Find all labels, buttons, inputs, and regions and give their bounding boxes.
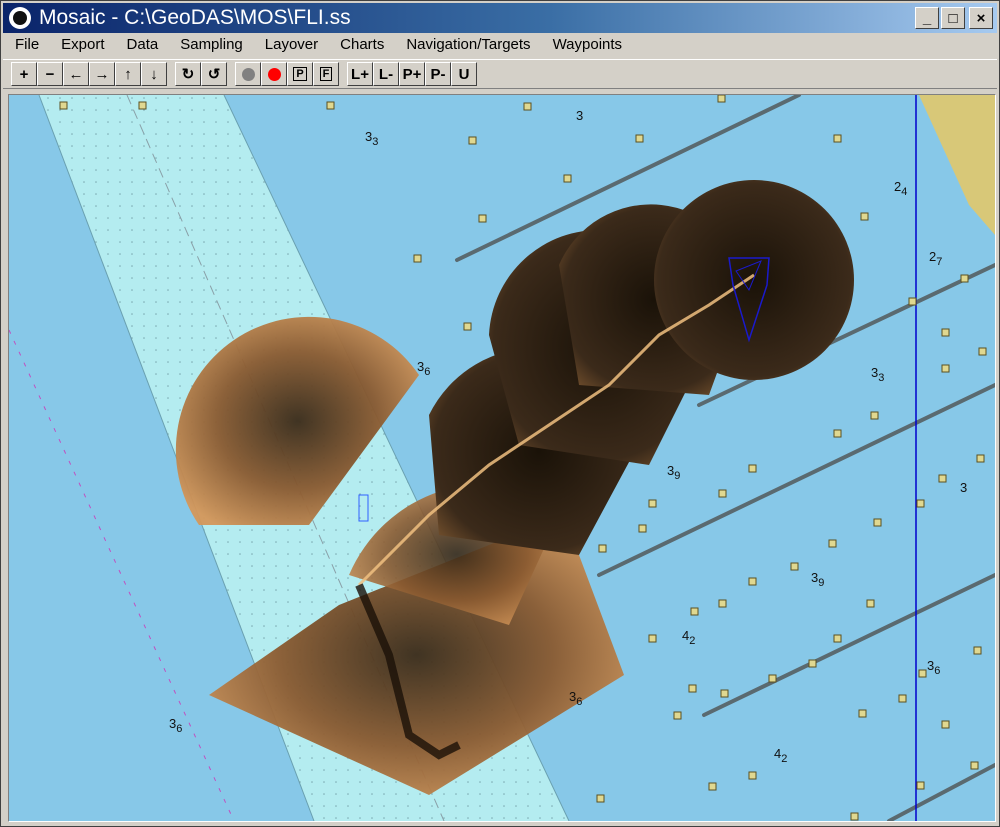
buoy-marker — [916, 781, 925, 790]
zoom-in-button[interactable]: + — [11, 62, 37, 86]
menu-bar: File Export Data Sampling Layover Charts… — [3, 33, 997, 55]
page-add-button[interactable]: P+ — [399, 62, 425, 86]
p-mode-button[interactable]: P — [287, 62, 313, 86]
buoy-marker — [938, 474, 947, 483]
menu-data[interactable]: Data — [114, 36, 168, 53]
buoy-marker — [463, 322, 472, 331]
buoy-marker — [718, 599, 727, 608]
buoy-marker — [635, 134, 644, 143]
buoy-marker — [870, 411, 879, 420]
stop-circle-icon — [241, 67, 255, 81]
rotate-clockwise-button[interactable]: ↻ — [175, 62, 201, 86]
depth-sounding: 3 — [576, 108, 583, 123]
pan-up-button[interactable]: ↑ — [115, 62, 141, 86]
globe-icon — [9, 7, 31, 29]
buoy-marker — [468, 136, 477, 145]
buoy-marker — [960, 274, 969, 283]
sonar-swath — [654, 180, 854, 380]
close-button[interactable]: × — [969, 7, 993, 29]
title-bar[interactable]: Mosaic - C:\GeoDAS\MOS\FLI.ss _ □ × — [3, 3, 997, 33]
buoy-marker — [970, 761, 979, 770]
buoy-marker — [638, 524, 647, 533]
buoy-marker — [708, 782, 717, 791]
buoy-marker — [978, 347, 987, 356]
menu-navigation-targets[interactable]: Navigation/Targets — [393, 36, 539, 53]
p-mode-label: P — [293, 67, 307, 81]
menu-layover[interactable]: Layover — [252, 36, 327, 53]
buoy-marker — [790, 562, 799, 571]
buoy-marker — [866, 599, 875, 608]
menu-export[interactable]: Export — [48, 36, 113, 53]
buoy-marker — [690, 607, 699, 616]
buoy-marker — [768, 674, 777, 683]
buoy-marker — [833, 634, 842, 643]
buoy-marker — [828, 539, 837, 548]
buoy-marker — [918, 669, 927, 678]
maximize-button[interactable]: □ — [941, 7, 965, 29]
buoy-marker — [748, 464, 757, 473]
buoy-marker — [916, 499, 925, 508]
page-remove-button[interactable]: P- — [425, 62, 451, 86]
buoy-marker — [941, 328, 950, 337]
depth-sounding: 3 — [960, 480, 967, 495]
pan-right-button[interactable]: → — [89, 62, 115, 86]
minimize-button[interactable]: _ — [915, 7, 939, 29]
f-mode-label: F — [319, 67, 333, 81]
zoom-out-button[interactable]: − — [37, 62, 63, 86]
pan-left-button[interactable]: ← — [63, 62, 89, 86]
buoy-marker — [326, 101, 335, 110]
buoy-marker — [973, 646, 982, 655]
layer-add-button[interactable]: L+ — [347, 62, 373, 86]
buoy-marker — [860, 212, 869, 221]
buoy-marker — [598, 544, 607, 553]
buoy-marker — [688, 684, 697, 693]
buoy-marker — [748, 577, 757, 586]
buoy-marker — [673, 711, 682, 720]
nautical-chart[interactable]: 33324273336339394236423636 — [9, 95, 995, 821]
undo-button[interactable]: U — [451, 62, 477, 86]
buoy-marker — [596, 794, 605, 803]
buoy-marker — [873, 518, 882, 527]
menu-sampling[interactable]: Sampling — [167, 36, 252, 53]
buoy-marker — [720, 689, 729, 698]
buoy-marker — [59, 101, 68, 110]
buoy-marker — [898, 694, 907, 703]
buoy-marker — [648, 634, 657, 643]
buoy-marker — [523, 102, 532, 111]
map-canvas[interactable]: 33 3 24 27 33 36 3 39 39 42 36 42 36 36 — [8, 94, 996, 822]
buoy-marker — [850, 812, 859, 821]
record-button[interactable] — [261, 62, 287, 86]
buoy-marker — [413, 254, 422, 263]
buoy-marker — [908, 297, 917, 306]
buoy-marker — [833, 429, 842, 438]
buoy-marker — [858, 709, 867, 718]
pan-down-button[interactable]: ↓ — [141, 62, 167, 86]
rotate-counterclockwise-button[interactable]: ↺ — [201, 62, 227, 86]
buoy-marker — [138, 101, 147, 110]
buoy-marker — [718, 489, 727, 498]
layer-remove-button[interactable]: L- — [373, 62, 399, 86]
app-window: Mosaic - C:\GeoDAS\MOS\FLI.ss _ □ × File… — [0, 0, 1000, 827]
toolbar: + − ← → ↑ ↓ ↻ ↺ P F L+ L- P+ P- U — [3, 59, 997, 89]
buoy-marker — [976, 454, 985, 463]
buoy-marker — [941, 720, 950, 729]
buoy-marker — [833, 134, 842, 143]
buoy-marker — [478, 214, 487, 223]
menu-charts[interactable]: Charts — [327, 36, 393, 53]
buoy-marker — [748, 771, 757, 780]
stop-button[interactable] — [235, 62, 261, 86]
buoy-marker — [941, 364, 950, 373]
buoy-marker — [648, 499, 657, 508]
f-mode-button[interactable]: F — [313, 62, 339, 86]
record-circle-icon — [267, 67, 281, 81]
menu-waypoints[interactable]: Waypoints — [540, 36, 631, 53]
menu-file[interactable]: File — [3, 36, 48, 53]
buoy-marker — [563, 174, 572, 183]
buoy-marker — [808, 659, 817, 668]
window-title: Mosaic - C:\GeoDAS\MOS\FLI.ss — [39, 6, 351, 29]
buoy-marker — [717, 95, 726, 103]
